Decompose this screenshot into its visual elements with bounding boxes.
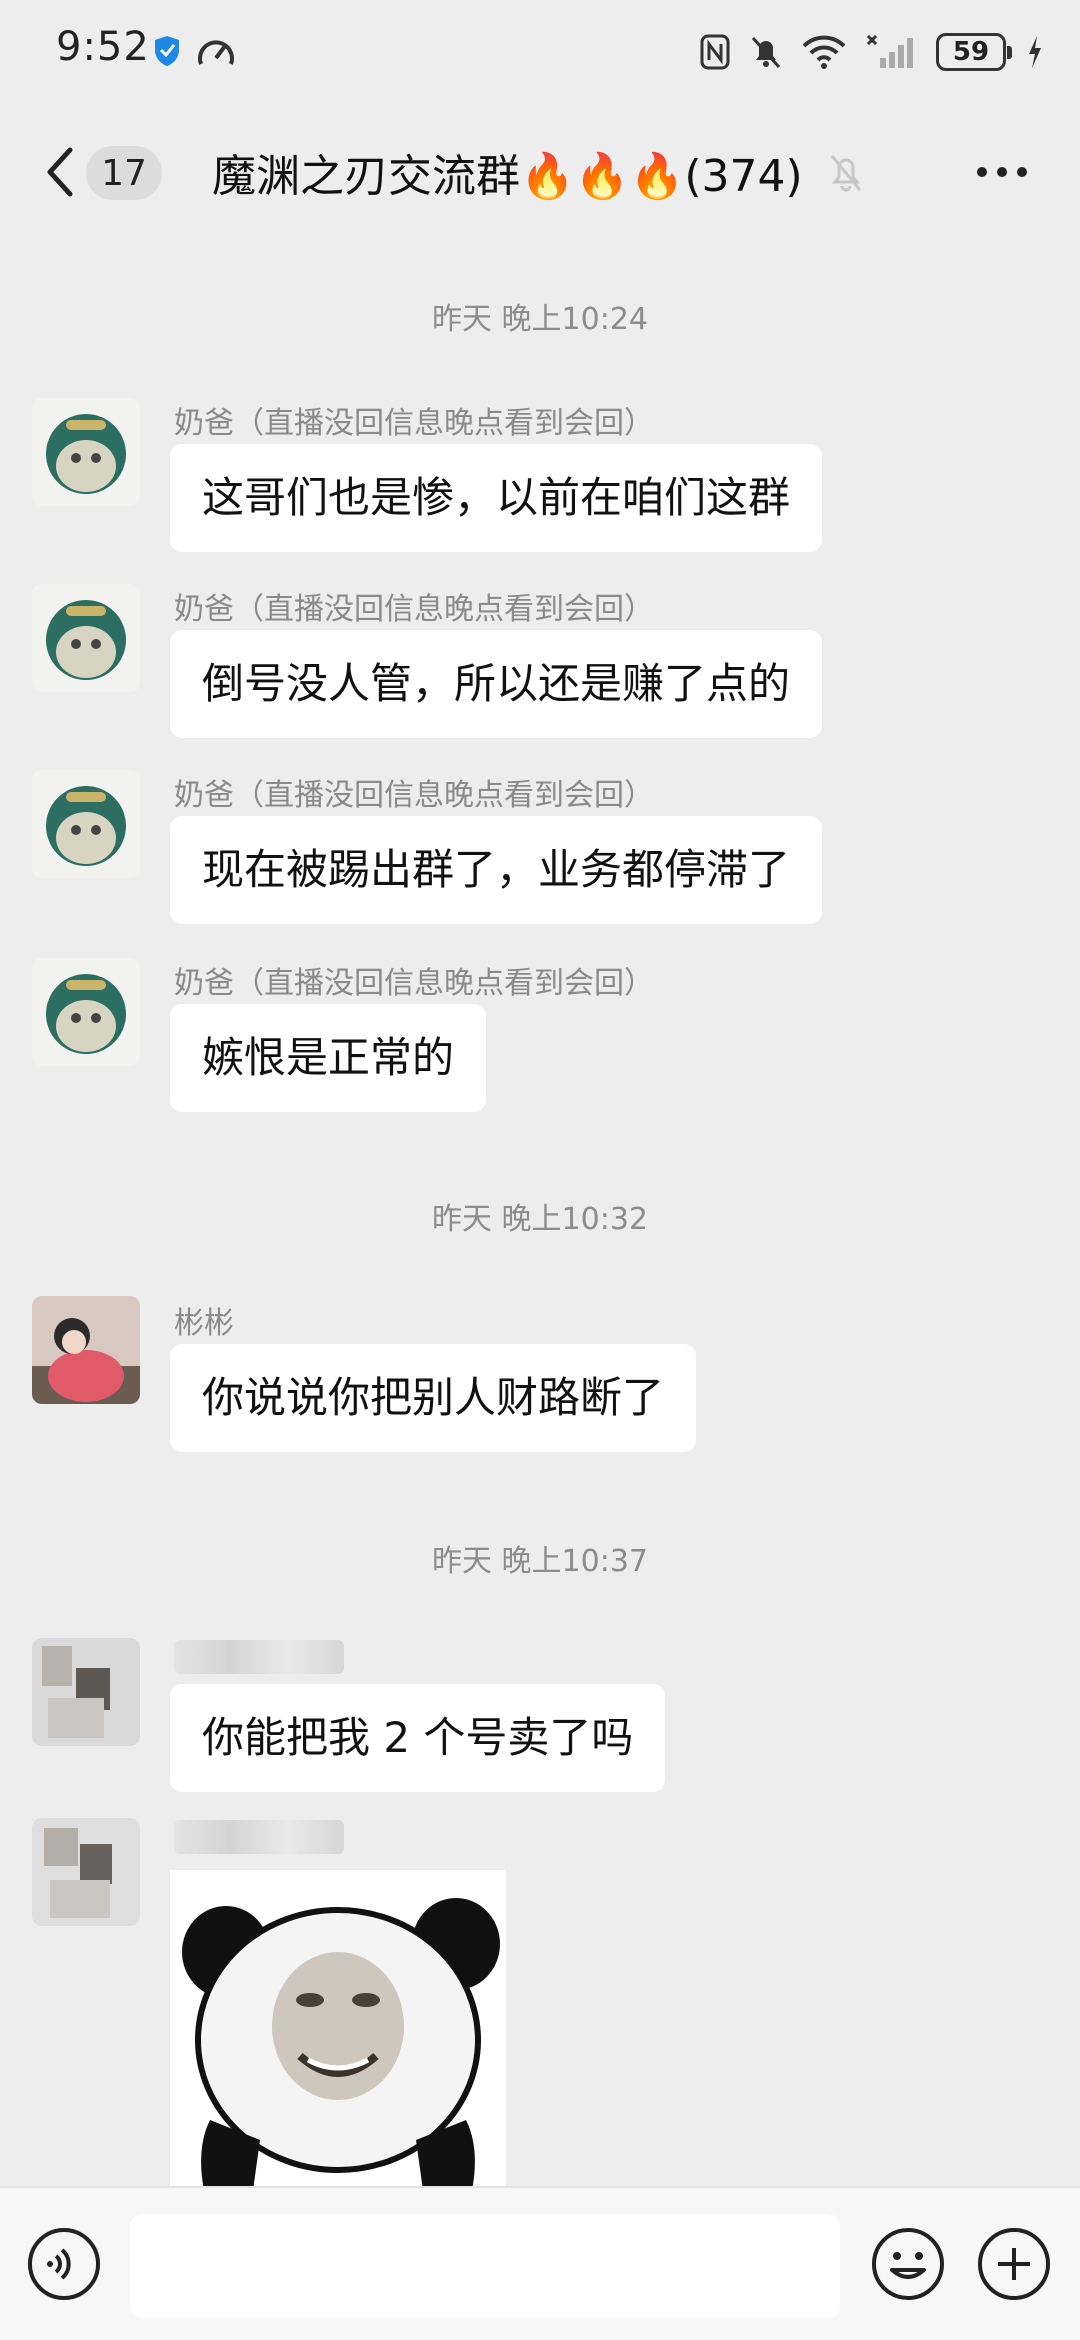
message-bubble[interactable]: 你说说你把别人财路断了 xyxy=(170,1344,697,1452)
message-timestamp: 昨天 晚上10:32 xyxy=(432,1202,648,1237)
message-bubble[interactable]: 倒号没人管，所以还是赚了点的 xyxy=(170,630,823,738)
avatar[interactable] xyxy=(32,770,140,878)
message-input[interactable] xyxy=(130,2214,840,2318)
speedometer-icon xyxy=(198,40,234,65)
avatar[interactable] xyxy=(32,1296,140,1404)
status-time: 9:52 xyxy=(56,24,150,70)
message-bubble[interactable]: 这哥们也是惨，以前在咱们这群 xyxy=(170,444,823,552)
chevron-left-icon[interactable] xyxy=(36,140,86,204)
chat-screen: 9:52 59 17 魔渊之刃交流群🔥🔥🔥(374) 昨天 晚上10:24 奶爸… xyxy=(0,0,1080,2340)
message-bubble[interactable]: 你能把我 2 个号卖了吗 xyxy=(170,1684,666,1792)
avatar[interactable] xyxy=(32,958,140,1066)
panda-face-sticker[interactable] xyxy=(170,1870,506,2186)
wifi-icon xyxy=(802,35,846,69)
message-bubble[interactable]: 嫉恨是正常的 xyxy=(170,1004,487,1112)
status-right-group: 59 xyxy=(700,28,1044,76)
sender-name: 奶爸（直播没回信息晚点看到会回） xyxy=(174,592,654,627)
battery-indicator: 59 xyxy=(936,33,1012,71)
avatar[interactable] xyxy=(32,1638,140,1746)
sender-name: 奶爸（直播没回信息晚点看到会回） xyxy=(174,966,654,1001)
signal-icon xyxy=(866,34,913,68)
sender-name: 彬彬 xyxy=(174,1306,234,1341)
status-bar: 9:52 59 xyxy=(0,0,1080,110)
avatar[interactable] xyxy=(32,1818,140,1926)
shield-icon xyxy=(155,36,179,66)
unread-count-badge[interactable]: 17 xyxy=(86,146,162,200)
bell-off-icon xyxy=(751,36,781,69)
sender-name xyxy=(174,1820,344,1854)
avatar[interactable] xyxy=(32,584,140,692)
voice-icon[interactable] xyxy=(26,2226,102,2302)
bell-off-icon xyxy=(830,155,862,192)
message-list[interactable]: 昨天 晚上10:24 奶爸（直播没回信息晚点看到会回） 这哥们也是惨，以前在咱们… xyxy=(0,238,1080,2186)
sender-name: 奶爸（直播没回信息晚点看到会回） xyxy=(174,778,654,813)
page-title: 魔渊之刃交流群🔥🔥🔥(374) xyxy=(212,151,803,202)
message-timestamp: 昨天 晚上10:24 xyxy=(432,302,648,337)
sender-name: 奶爸（直播没回信息晚点看到会回） xyxy=(174,406,654,441)
battery-level: 59 xyxy=(952,37,990,67)
sender-name xyxy=(174,1640,344,1674)
avatar[interactable] xyxy=(32,398,140,506)
input-bar xyxy=(0,2186,1080,2340)
emoji-icon[interactable] xyxy=(870,2226,946,2302)
more-dots-icon[interactable] xyxy=(972,146,1032,198)
message-bubble[interactable]: 现在被踢出群了，业务都停滞了 xyxy=(170,816,823,924)
charging-icon xyxy=(1029,36,1041,68)
message-timestamp: 昨天 晚上10:37 xyxy=(432,1544,648,1579)
nfc-icon xyxy=(700,34,730,70)
chat-header: 17 魔渊之刃交流群🔥🔥🔥(374) xyxy=(0,110,1080,238)
plus-circle-icon[interactable] xyxy=(976,2226,1052,2302)
